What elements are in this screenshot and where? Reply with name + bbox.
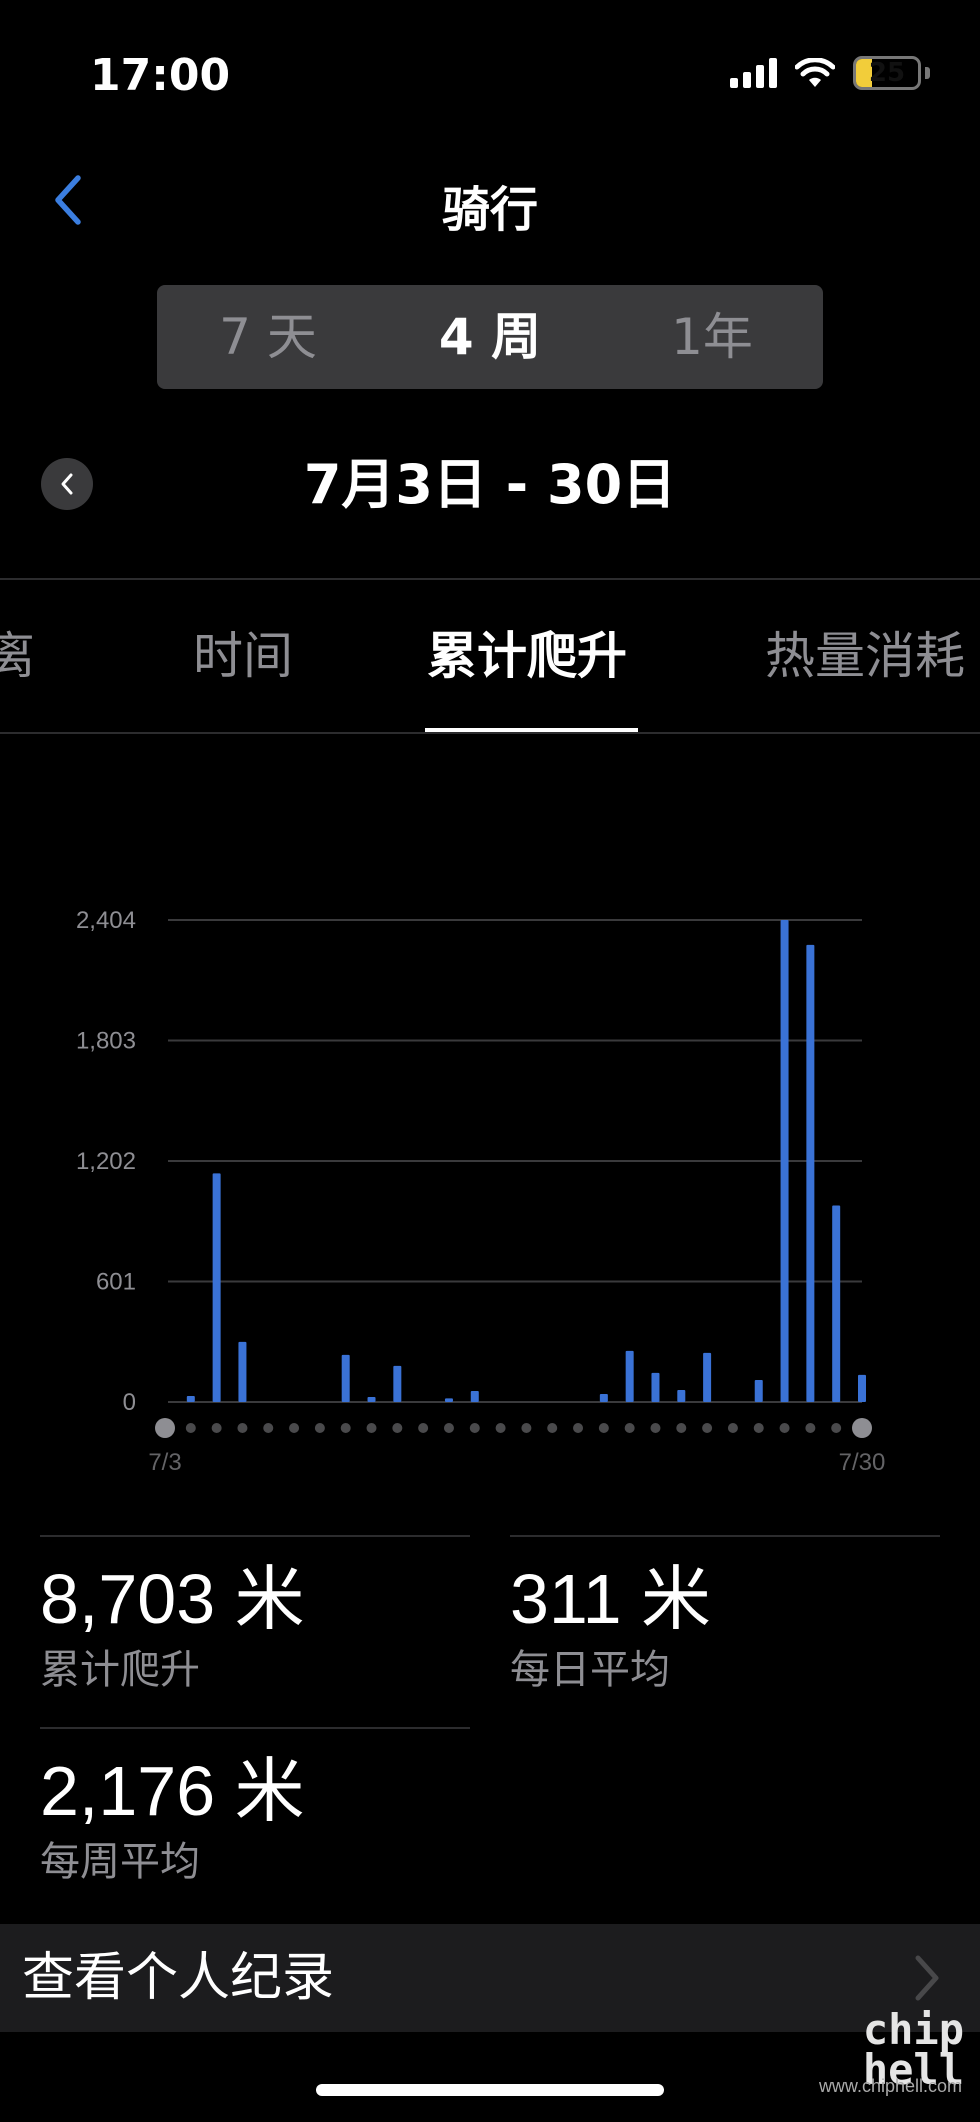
tab-distance[interactable]: 距离 [0,580,35,732]
x-day-dot-7/27 [779,1423,790,1433]
date-range: 7月3日 - 30日 [303,453,677,516]
chevron-right-icon [915,1955,939,2001]
stat-value: 311 米 [510,1560,712,1638]
y-tick-label: 601 [96,1269,136,1296]
x-day-dot-7/6 [237,1423,248,1433]
elevation-chart: 0 601 1,202 1,803 2,404 7/3 7/30 [0,880,980,1500]
x-day-dot-7/12 [392,1423,403,1433]
bar-7/4 [186,1395,195,1402]
bar-7/20 [599,1393,608,1402]
x-tick-label: 7/3 [148,1449,181,1476]
stat-total-gain: 8,703 米 累计爬升 [40,1535,470,1695]
bar-7/27 [780,920,789,1402]
personal-records-label: 查看个人纪录 [22,1948,335,2008]
segment-1-year[interactable]: 1年 [601,285,823,389]
stat-daily-average: 311 米 每日平均 [510,1535,940,1695]
y-tick-label: 0 [123,1389,136,1416]
stat-value: 2,176 米 [40,1752,305,1830]
battery-level: 25 [868,58,906,88]
x-day-dot-7/29 [831,1423,842,1433]
period-segmented-control: 7 天 4 周 1年 [157,285,823,389]
x-day-dot-7/19 [573,1423,584,1433]
x-day-dot-7/20 [598,1423,609,1433]
tab-time[interactable]: 时间 [193,580,293,732]
y-tick-label: 2,404 [76,907,136,934]
nav-bar: 骑行 [0,150,980,270]
bar-7/30 [858,1374,866,1402]
bar-7/15 [470,1390,479,1402]
x-day-dot-7/24 [702,1423,713,1433]
x-day-dot-7/17 [521,1423,532,1433]
x-day-dot-7/25 [727,1423,738,1433]
stat-label: 每周平均 [40,1839,200,1885]
x-day-dot-7/15 [469,1423,480,1433]
segment-7-days[interactable]: 7 天 [157,285,379,389]
x-day-dot-7/7 [263,1423,274,1433]
x-day-dot-7/14 [443,1423,454,1433]
cellular-signal-icon [730,58,777,88]
bar-7/26 [754,1379,763,1402]
bar-7/29 [832,1205,841,1402]
bar-7/14 [444,1398,453,1402]
bar-7/24 [703,1352,712,1402]
x-day-dot-7/23 [676,1423,687,1433]
x-day-dot-7/28 [805,1423,816,1433]
tab-calories[interactable]: 热量消耗 [765,580,965,732]
stat-label: 累计爬升 [40,1647,200,1693]
status-time: 17:00 [90,50,231,101]
bar-7/23 [677,1389,686,1402]
x-tick-label: 7/30 [839,1449,886,1476]
status-bar: 17:00 25 [0,0,980,150]
watermark-url: www.chiphell.com [818,2076,962,2096]
bar-7/11 [367,1396,376,1402]
x-day-dot-7/3 [155,1418,175,1438]
x-day-dot-7/13 [418,1423,429,1433]
bar-7/21 [625,1350,634,1402]
status-icons: 25 [730,56,930,90]
active-tab-indicator [425,728,638,732]
x-day-dot-7/16 [495,1423,506,1433]
x-day-dot-7/18 [547,1423,558,1433]
x-day-dot-7/30 [852,1418,872,1438]
x-day-dot-7/9 [314,1423,325,1433]
segment-4-weeks[interactable]: 4 周 [379,285,601,389]
bar-7/5 [212,1173,221,1402]
home-indicator [316,2084,664,2096]
stat-label: 每日平均 [510,1647,670,1693]
battery-icon: 25 [853,56,921,90]
x-day-dot-7/26 [753,1423,764,1433]
page-title: 骑行 [441,182,538,238]
tab-elevation-gain[interactable]: 累计爬升 [427,580,627,732]
bar-7/10 [341,1354,350,1402]
bar-chart: 0 601 1,202 1,803 2,404 7/3 7/30 [76,907,886,1476]
x-day-dot-7/4 [185,1423,196,1433]
personal-records-row[interactable]: 查看个人纪录 [0,1924,980,2032]
x-day-dot-7/8 [289,1423,300,1433]
stat-weekly-average: 2,176 米 每周平均 [40,1727,470,1887]
metric-tabs: 距离 时间 累计爬升 热量消耗 [0,578,980,734]
x-day-dot-7/11 [366,1423,377,1433]
y-tick-label: 1,202 [76,1148,136,1175]
battery-tip [925,67,930,79]
x-day-dot-7/22 [650,1423,661,1433]
x-day-dot-7/5 [211,1423,222,1433]
x-day-dot-7/10 [340,1423,351,1433]
wifi-icon [795,58,835,87]
bar-7/6 [238,1341,247,1402]
bar-7/28 [806,944,815,1402]
date-range-row: 7月3日 - 30日 [0,440,980,530]
stat-value: 8,703 米 [40,1560,305,1638]
bar-7/12 [393,1365,402,1402]
y-tick-label: 1,803 [76,1028,136,1055]
x-day-dot-7/21 [624,1423,635,1433]
bar-7/22 [651,1372,660,1402]
